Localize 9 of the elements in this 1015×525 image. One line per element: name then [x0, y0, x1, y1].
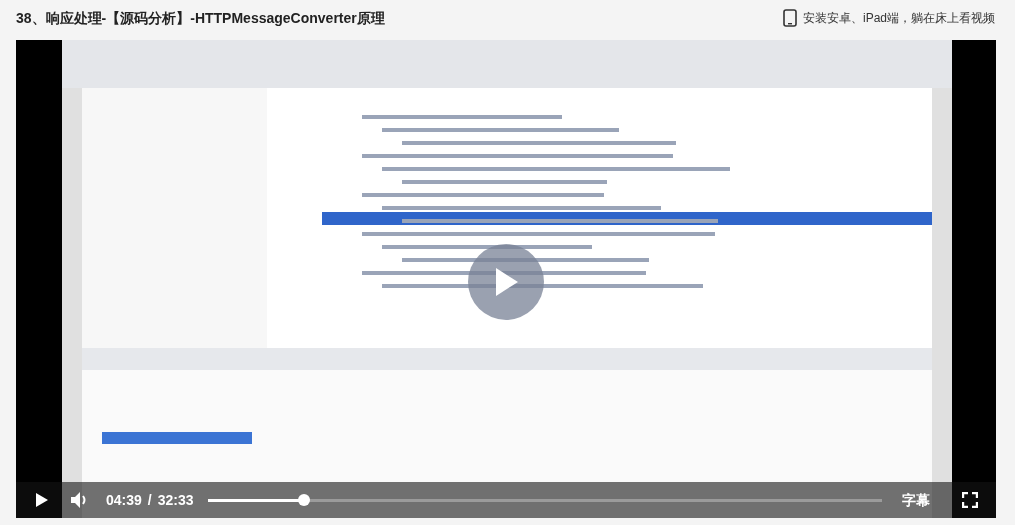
tablet-icon: [782, 9, 797, 27]
video-title: 38、响应处理-【源码分析】-HTTPMessageConverter原理: [16, 8, 385, 28]
current-time: 04:39: [106, 490, 142, 510]
play-icon: [35, 492, 49, 508]
time-separator: /: [147, 490, 152, 510]
duration: 32:33: [157, 490, 194, 510]
app-promo-link[interactable]: 安装安卓、iPad端，躺在床上看视频: [802, 9, 995, 27]
fullscreen-icon: [962, 492, 978, 508]
subtitle-button[interactable]: 字幕: [902, 489, 930, 511]
